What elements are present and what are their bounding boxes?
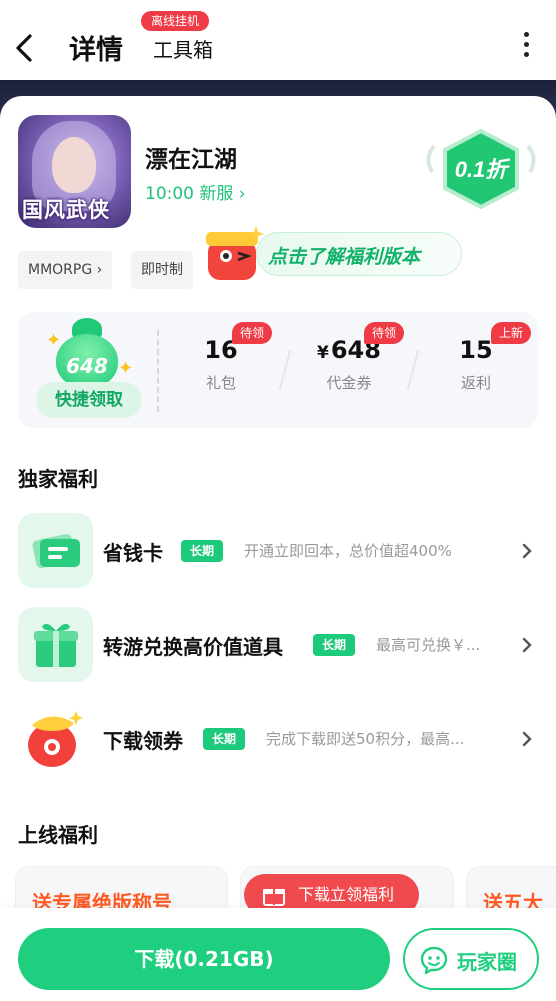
bottom-bar: 下载(0.21GB) 玩家圈 — [0, 908, 556, 1001]
offline-hangup-badge: 离线挂机 — [141, 11, 210, 31]
benefit-panel: 648 ✦ ✦ 快捷领取 待领 16 礼包 待领 ¥648 代金券 上新 15 … — [18, 312, 538, 428]
long-term-tag: 长期 — [181, 540, 224, 562]
stat-gift-packs[interactable]: 待领 16 礼包 — [166, 322, 276, 393]
top-bar: 详情 工具箱 离线挂机 — [0, 0, 556, 80]
stat-label-rebates: 返利 — [460, 374, 491, 392]
yen-sign: ¥ — [317, 343, 329, 363]
chevron-right-icon — [522, 543, 532, 559]
player-circle-label: 玩家圈 — [457, 950, 517, 974]
row-desc: 最高可兑换￥... — [376, 636, 481, 654]
chat-face-icon — [420, 946, 448, 975]
player-circle-button[interactable]: 玩家圈 — [403, 928, 539, 990]
exclusive-section-title: 独家福利 — [18, 467, 98, 491]
row-desc: 开通立即回本，总价值超400% — [244, 542, 452, 560]
game-icon-text: 国风武侠 — [22, 198, 110, 222]
row-title: 下载领券 — [103, 729, 183, 753]
divider — [157, 330, 159, 412]
back-icon[interactable] — [10, 30, 38, 66]
bag-value: 648 — [66, 354, 108, 378]
more-menu-icon[interactable] — [516, 30, 536, 62]
toolbox-link[interactable]: 工具箱 — [153, 34, 213, 63]
discount-text: 0.1折 — [455, 157, 512, 182]
savings-card-icon — [18, 513, 93, 588]
game-name: 漂在江湖 — [145, 147, 237, 173]
long-term-tag: 长期 — [313, 634, 356, 656]
gift-box-icon — [18, 607, 93, 682]
promo-text: 点击了解福利版本 — [268, 246, 421, 268]
stat-label-vouchers: 代金券 — [326, 374, 372, 392]
server-time-link[interactable]: 10:00 新服 › — [145, 179, 246, 204]
stat-badge-rebates: 上新 — [491, 322, 531, 344]
stat-badge-vouchers: 待领 — [364, 322, 404, 344]
stat-rebates[interactable]: 上新 15 返利 — [421, 322, 531, 393]
online-section-title: 上线福利 — [18, 823, 98, 847]
game-icon: 国风武侠 — [18, 115, 131, 228]
list-item-transfer-exchange[interactable]: 转游兑换高价值道具 长期 最高可兑换￥... — [18, 607, 538, 685]
list-item-savings-card[interactable]: 省钱卡 长期 开通立即回本，总价值超400% — [18, 513, 538, 591]
stat-badge-gifts: 待领 — [232, 322, 273, 344]
stat-label-gifts: 礼包 — [205, 374, 236, 392]
download-button[interactable]: 下载(0.21GB) — [18, 928, 390, 990]
welfare-version-promo[interactable]: 点击了解福利版本 — [196, 220, 462, 288]
row-desc: 完成下载即送50积分，最高... — [266, 730, 465, 748]
quick-claim-button[interactable]: 快捷领取 — [36, 382, 142, 418]
chevron-right-icon — [522, 637, 532, 653]
money-bag-icon — [18, 701, 93, 776]
stat-vouchers[interactable]: 待领 ¥648 代金券 — [294, 322, 404, 393]
chevron-right-icon — [522, 731, 532, 747]
gift-mascot-icon — [206, 226, 264, 280]
row-title: 转游兑换高价值道具 — [103, 635, 283, 659]
discount-badge: 0.1折 — [420, 128, 542, 210]
tag-mmorpg[interactable]: MMORPG › — [18, 251, 113, 289]
list-item-download-voucher[interactable]: 下载领券 长期 完成下载即送50积分，最高... — [18, 701, 538, 779]
gift-icon — [263, 889, 285, 906]
page-title: 详情 — [69, 35, 123, 66]
row-title: 省钱卡 — [103, 541, 163, 565]
tag-realtime[interactable]: 即时制 — [131, 251, 193, 289]
long-term-tag: 长期 — [203, 728, 246, 750]
